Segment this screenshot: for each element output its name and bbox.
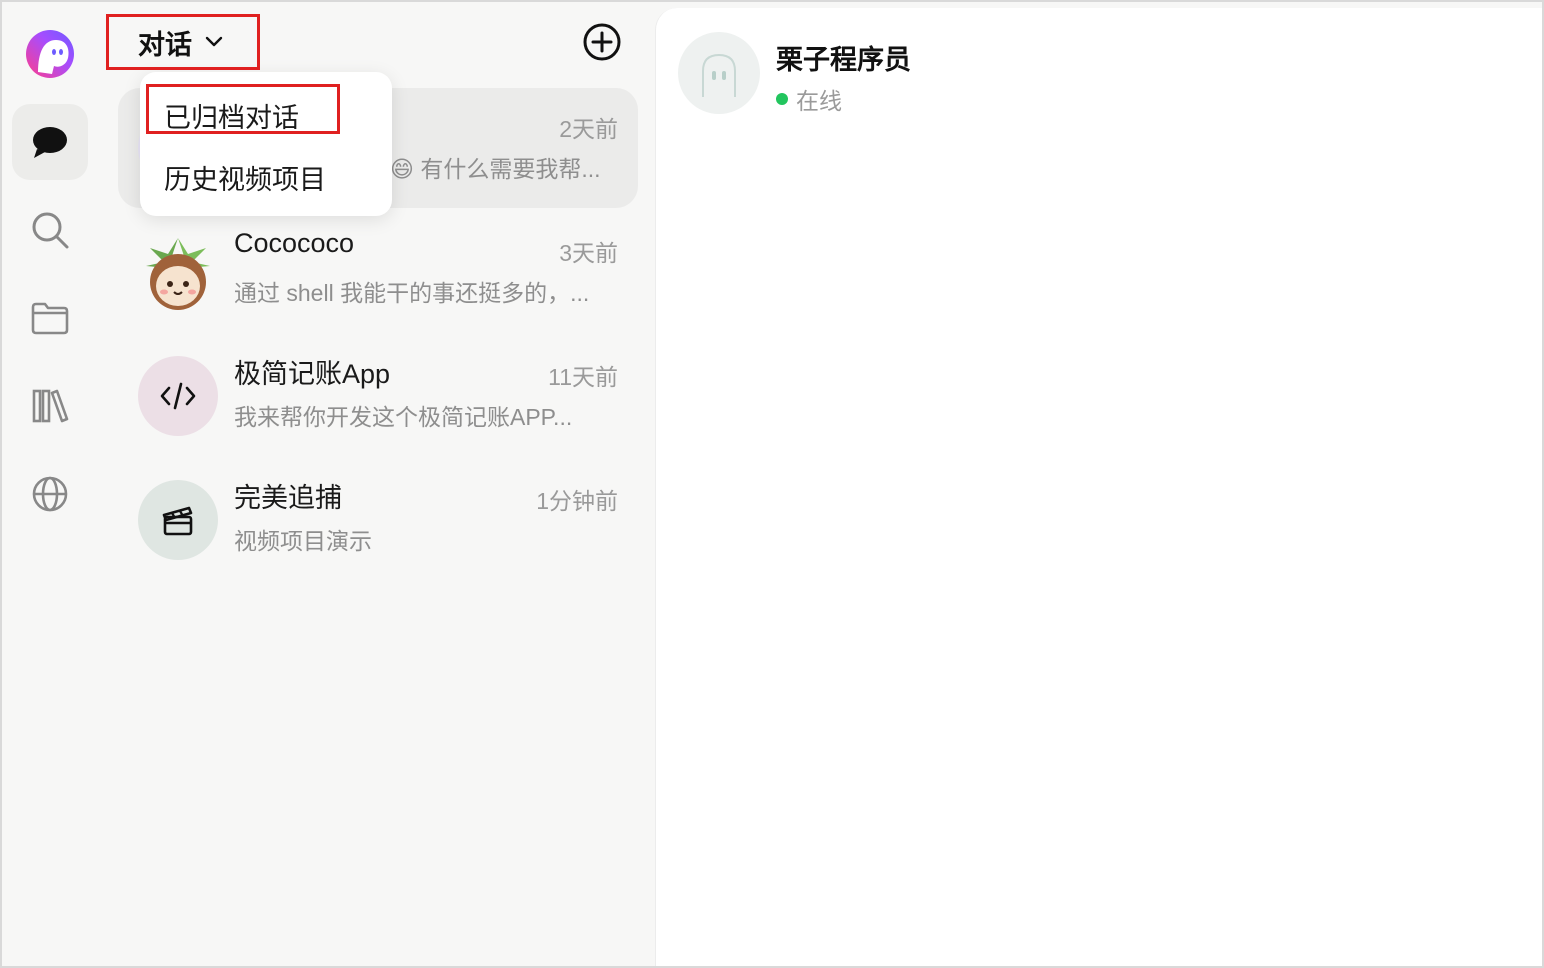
app-logo-icon[interactable] xyxy=(24,28,76,80)
chat-bot-name: 栗子程序员 xyxy=(776,45,911,75)
status-text: 在线 xyxy=(796,88,842,114)
coconut-avatar-icon xyxy=(146,238,210,310)
folder-icon xyxy=(31,302,69,335)
conversation-name: 完美追捕 xyxy=(234,483,342,513)
clapperboard-icon xyxy=(162,506,193,536)
nav-files[interactable] xyxy=(12,280,88,356)
avatar xyxy=(138,480,218,560)
search-icon xyxy=(32,212,69,249)
add-circle-icon xyxy=(583,23,621,61)
nav-search[interactable] xyxy=(12,192,88,268)
conversation-time: 11天前 xyxy=(548,364,618,390)
nav-chats[interactable] xyxy=(12,104,88,180)
conversation-item[interactable]: 极简记账App 11天前 我来帮你开发这个极简记账APP... xyxy=(118,336,638,456)
conversation-name: 极简记账App xyxy=(234,359,391,389)
conversation-preview: 我来帮你开发这个极简记账APP... xyxy=(234,404,573,430)
avatar xyxy=(138,356,218,436)
avatar xyxy=(138,232,218,312)
conversation-filter-dropdown[interactable]: 对话 xyxy=(108,16,258,68)
conversation-filter-menu: 已归档对话 历史视频项目 xyxy=(140,72,392,216)
conversation-time: 2天前 xyxy=(559,116,618,142)
menu-item-video-history[interactable]: 历史视频项目 xyxy=(164,158,326,197)
online-status: 在线 xyxy=(776,82,842,116)
conversation-time: 1分钟前 xyxy=(536,488,618,514)
chevron-down-icon xyxy=(205,36,223,47)
conversation-name: Cocococo xyxy=(234,228,355,258)
chat-bubble-icon xyxy=(33,127,67,158)
conversation-time: 3天前 xyxy=(559,240,618,266)
chat-pane: 栗子程序员 在线 xyxy=(655,8,1542,966)
avatar xyxy=(678,32,760,114)
nav-library[interactable] xyxy=(12,368,88,444)
conversation-preview: 视频项目演示 xyxy=(234,528,372,554)
conversation-item[interactable]: 完美追捕 1分钟前 视频项目演示 xyxy=(118,460,638,580)
ghost-avatar-icon xyxy=(702,53,736,97)
page-title: 对话 xyxy=(138,29,192,60)
new-conversation-button[interactable] xyxy=(582,22,622,62)
globe-icon xyxy=(32,476,68,512)
conversation-item[interactable]: Cocococo 3天前 通过 shell 我能干的事还挺多的，... xyxy=(118,212,638,332)
icon-rail xyxy=(0,0,100,968)
code-icon xyxy=(160,382,196,410)
nav-explore[interactable] xyxy=(12,456,88,532)
conversation-preview: 通过 shell 我能干的事还挺多的，... xyxy=(234,280,590,306)
library-icon xyxy=(32,389,69,423)
status-dot-icon xyxy=(776,93,788,105)
menu-item-archived[interactable]: 已归档对话 xyxy=(164,96,299,135)
conversation-preview: 😄 有什么需要我帮... xyxy=(390,156,601,182)
